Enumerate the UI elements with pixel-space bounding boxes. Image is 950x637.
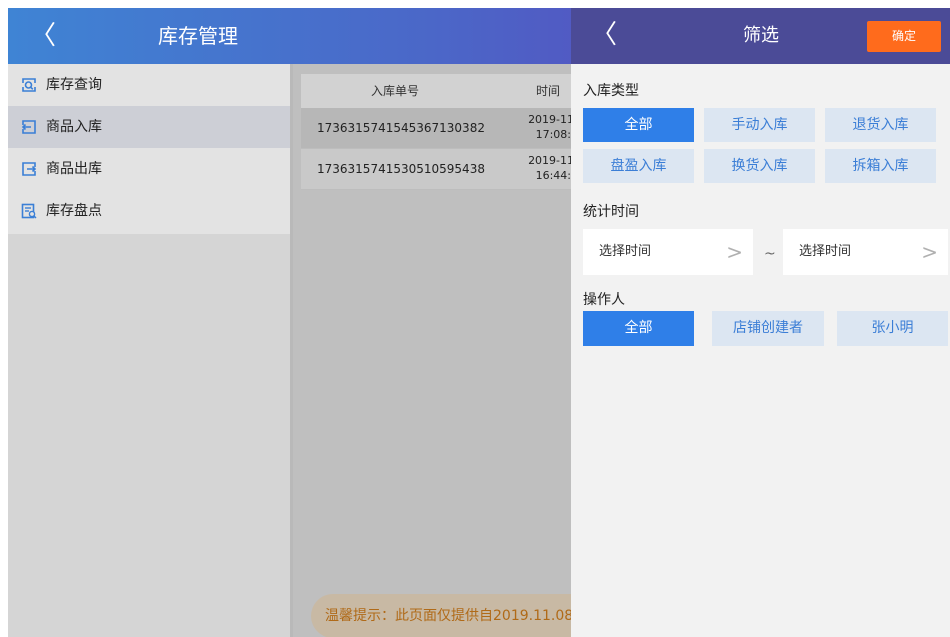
end-time-picker[interactable]: 选择时间 > xyxy=(783,229,948,275)
order-id-cell: 1736315741545367130382 xyxy=(317,121,485,135)
table-row[interactable]: 1736315741545367130382 2019-11-1 17:08:5… xyxy=(301,108,573,149)
close-filter-chevron-icon[interactable]: 〈 xyxy=(591,22,617,48)
chevron-right-icon: > xyxy=(726,240,743,264)
table-row[interactable]: 1736315741530510595438 2019-11-1 16:44:1… xyxy=(301,149,573,190)
filter-panel: 〈 筛选 确定 入库类型 全部 手动入库 退货入库 盘盈入库 换货入库 拆箱入库… xyxy=(571,8,950,637)
stat-time-label: 统计时间 xyxy=(583,204,639,220)
sidebar-item-label: 库存盘点 xyxy=(46,203,102,219)
app-window: 〈 库存管理 库存查询 商品入库 商品出库 库存盘点 入库单号 时间 17363… xyxy=(8,8,950,637)
time-cell-date: 2019-11-1 xyxy=(528,154,573,167)
stock-out-icon xyxy=(20,160,38,178)
operator-option-all[interactable]: 全部 xyxy=(583,311,694,346)
column-header-time: 时间 xyxy=(536,84,561,98)
type-option-return[interactable]: 退货入库 xyxy=(825,108,936,142)
start-time-placeholder: 选择时间 xyxy=(599,244,652,259)
sidebar-nav: 库存查询 商品入库 商品出库 库存盘点 xyxy=(8,64,290,234)
stock-in-type-label: 入库类型 xyxy=(583,83,639,99)
type-option-surplus[interactable]: 盘盈入库 xyxy=(583,149,694,183)
type-option-all[interactable]: 全部 xyxy=(583,108,694,142)
notice-banner: 温馨提示：此页面仅提供自2019.11.08 xyxy=(311,594,573,637)
type-option-exchange[interactable]: 换货入库 xyxy=(704,149,815,183)
operator-option-zhang-xiaoming[interactable]: 张小明 xyxy=(837,311,948,346)
filter-header: 〈 筛选 确定 xyxy=(571,8,950,64)
sidebar-item-inventory-query[interactable]: 库存查询 xyxy=(8,64,290,106)
time-cell-time: 17:08:57 xyxy=(535,128,573,141)
chevron-right-icon: > xyxy=(921,240,938,264)
order-id-cell: 1736315741530510595438 xyxy=(317,162,485,176)
sidebar-item-stock-out[interactable]: 商品出库 xyxy=(8,148,290,190)
page-title: 库存管理 xyxy=(158,24,238,48)
sidebar-item-stocktake[interactable]: 库存盘点 xyxy=(8,190,290,232)
filter-title: 筛选 xyxy=(743,25,779,46)
type-option-unboxing[interactable]: 拆箱入库 xyxy=(825,149,936,183)
end-time-placeholder: 选择时间 xyxy=(799,244,852,259)
time-range-separator: ~ xyxy=(764,246,776,262)
sidebar-item-label: 商品入库 xyxy=(46,119,102,135)
sidebar-item-label: 库存查询 xyxy=(46,77,102,93)
stock-in-icon xyxy=(20,118,38,136)
sidebar: 库存查询 商品入库 商品出库 库存盘点 xyxy=(8,64,290,637)
stocktake-icon xyxy=(20,202,38,220)
sidebar-item-label: 商品出库 xyxy=(46,161,102,177)
back-chevron-icon[interactable]: 〈 xyxy=(30,23,56,49)
stock-in-table: 入库单号 时间 1736315741545367130382 2019-11-1… xyxy=(301,74,573,190)
time-cell-date: 2019-11-1 xyxy=(528,113,573,126)
stock-in-list-pane: 入库单号 时间 1736315741545367130382 2019-11-1… xyxy=(293,64,573,637)
operator-label: 操作人 xyxy=(583,292,625,308)
table-header: 入库单号 时间 xyxy=(301,74,573,108)
type-option-manual[interactable]: 手动入库 xyxy=(704,108,815,142)
column-header-order-id: 入库单号 xyxy=(371,84,420,98)
sidebar-item-stock-in[interactable]: 商品入库 xyxy=(8,106,290,148)
time-cell: 2019-11-1 16:44:11 xyxy=(515,153,573,183)
time-cell: 2019-11-1 17:08:57 xyxy=(515,112,573,142)
start-time-picker[interactable]: 选择时间 > xyxy=(583,229,753,275)
confirm-button[interactable]: 确定 xyxy=(867,21,941,52)
operator-option-store-creator[interactable]: 店铺创建者 xyxy=(712,311,824,346)
inventory-search-icon xyxy=(20,76,38,94)
time-cell-time: 16:44:11 xyxy=(535,169,573,182)
